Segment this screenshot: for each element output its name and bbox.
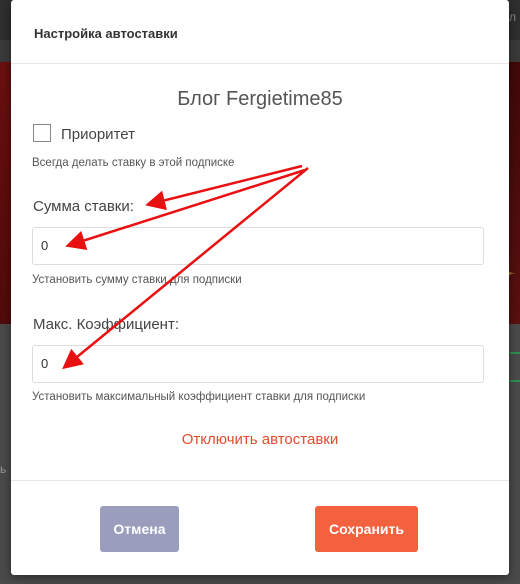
disable-autobets-link[interactable]: Отключить автоставки <box>11 431 509 448</box>
priority-checkbox[interactable] <box>33 124 51 142</box>
bet-amount-label: Сумма ставки: <box>33 198 134 215</box>
priority-hint: Всегда делать ставку в этой подписке <box>32 157 235 169</box>
modal-header: Настройка автоставки <box>11 0 509 64</box>
bet-amount-input[interactable]: 0 <box>32 227 484 265</box>
priority-label[interactable]: Приоритет <box>61 126 135 143</box>
cancel-button[interactable]: Отмена <box>100 506 179 552</box>
save-button[interactable]: Сохранить <box>315 506 418 552</box>
modal-footer <box>11 480 509 575</box>
blog-title: Блог Fergietime85 <box>177 88 343 110</box>
background-divider <box>510 352 520 382</box>
modal-title: Настройка автоставки <box>34 26 178 41</box>
background-side-text: ь <box>0 462 7 476</box>
max-coef-input[interactable]: 0 <box>32 345 484 383</box>
autobet-settings-modal: Настройка автоставки Блог Fergietime85 П… <box>11 0 509 575</box>
max-coef-hint: Установить максимальный коэффициент став… <box>32 391 366 403</box>
max-coef-label: Макс. Коэффициент: <box>33 316 180 333</box>
bet-amount-hint: Установить сумму ставки для подписки <box>32 274 242 286</box>
